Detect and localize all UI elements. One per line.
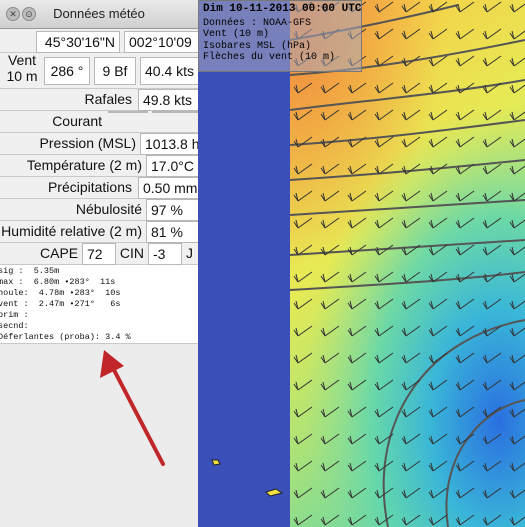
- map-info-box: Dim 10-11-2013 00:00 UTC Données : NOAA-…: [198, 0, 362, 72]
- map-date: Dim 10-11-2013 00:00 UTC: [203, 3, 362, 15]
- map-source: Données : NOAA-GFS: [203, 17, 312, 29]
- annotation-arrow-icon: [100, 350, 165, 466]
- map-layer-arrows: Flèches du vent (10 m): [203, 52, 336, 63]
- weather-map[interactable]: [198, 0, 525, 527]
- weather-data-panel: ✕ ⊙ Données météo 45°30'16"N 002°10'09 V…: [0, 0, 198, 527]
- map-layer-wind: Vent (10 m): [203, 29, 270, 40]
- weather-map-canvas[interactable]: [198, 0, 525, 527]
- land-mask: [198, 0, 290, 527]
- map-layer-isobars: Isobares MSL (hPa): [203, 40, 312, 52]
